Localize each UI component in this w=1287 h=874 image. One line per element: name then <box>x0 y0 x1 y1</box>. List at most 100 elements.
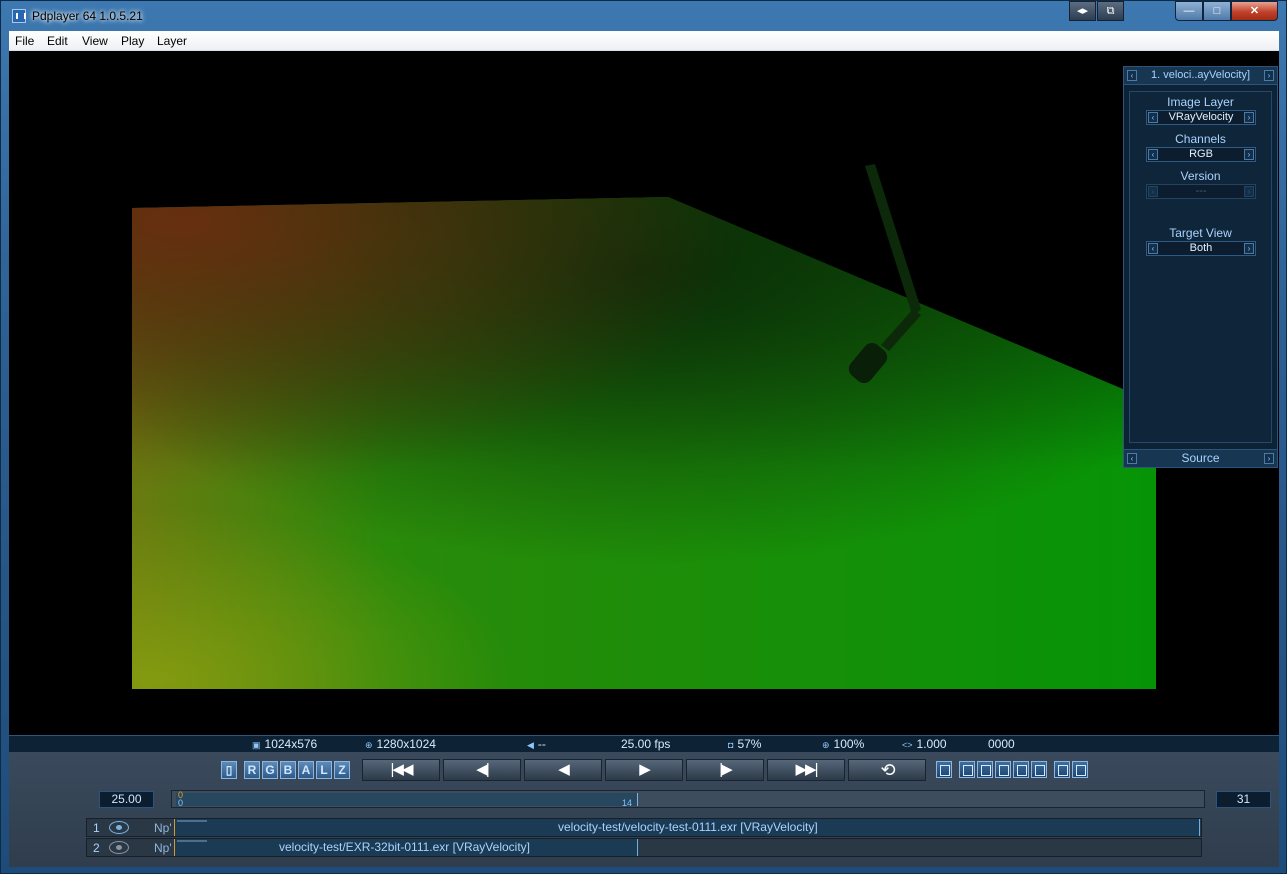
source-next-icon[interactable]: › <box>1264 453 1274 464</box>
version-next-icon: › <box>1244 186 1254 197</box>
eye-icon[interactable] <box>109 821 129 834</box>
close-button[interactable]: ✕ <box>1231 1 1278 21</box>
aspect-status: <> 1.000 <box>902 737 947 751</box>
play-backward-button[interactable]: ◀ <box>524 759 602 781</box>
image-layer-value: VRayVelocity <box>1168 111 1234 123</box>
fullscreen-button[interactable]: ⧉ <box>1097 1 1124 21</box>
version-select: ‹ --- › <box>1146 184 1256 199</box>
layer-row[interactable]: 1 Np' velocity-test/velocity-test-0111.e… <box>86 818 1202 837</box>
channel-l-button[interactable]: L <box>316 761 332 779</box>
layout-view-button[interactable] <box>1054 761 1070 778</box>
layer-clip-name: velocity-test/EXR-32bit-0111.exr [VRayVe… <box>279 840 530 854</box>
layer-clip-indicator <box>177 840 207 842</box>
panel-layer-selector[interactable]: ‹ 1. veloci..ayVelocity] › <box>1124 67 1277 85</box>
go-to-last-button[interactable]: ▶▶| <box>767 759 845 781</box>
menu-play[interactable]: Play <box>121 34 144 48</box>
cache-icon: ◘ <box>728 740 734 750</box>
screen-size-status: ⊕ 1280x1024 <box>365 737 436 751</box>
fps-input[interactable]: 25.00 <box>99 791 154 808</box>
audio-status: ◀ -- <box>527 737 546 751</box>
layer-properties-panel: ‹ 1. veloci..ayVelocity] › Image Layer ‹… <box>1123 66 1278 468</box>
minimize-button[interactable]: — <box>1175 1 1203 21</box>
eye-icon[interactable] <box>109 841 129 854</box>
velocity-render-image <box>132 164 1156 689</box>
channel-r-button[interactable]: R <box>244 761 260 779</box>
source-prev-icon[interactable]: ‹ <box>1127 453 1137 464</box>
channels-next-icon[interactable]: › <box>1244 149 1254 160</box>
channel-z-button[interactable]: Z <box>334 761 350 779</box>
aspect-icon: <> <box>902 740 913 750</box>
image-layer-select[interactable]: ‹ VRayVelocity › <box>1146 110 1256 125</box>
screen-size-icon: ⊕ <box>365 740 373 750</box>
target-view-prev-icon[interactable]: ‹ <box>1148 243 1158 254</box>
channel-b-button[interactable]: B <box>280 761 296 779</box>
zoom-status: ⊕ 100% <box>822 737 865 751</box>
swap-arrows-icon: ◂▸ <box>1076 5 1089 17</box>
title-bar[interactable]: Pdplayer 64 1.0.5.21 ◂▸ ⧉ — □ ✕ <box>1 1 1286 30</box>
app-icon[interactable] <box>12 9 26 23</box>
play-button[interactable]: ▶ <box>605 759 683 781</box>
layer-clip-indicator <box>177 820 207 822</box>
channels-select[interactable]: ‹ RGB › <box>1146 147 1256 162</box>
layer-np-label: Np' <box>154 841 172 855</box>
split-view-icon: ▯ <box>225 763 233 777</box>
window-title: Pdplayer 64 1.0.5.21 <box>32 9 143 23</box>
fullframe-view-button[interactable] <box>1072 761 1088 778</box>
image-size-status: ▣ 1024x576 <box>252 737 318 751</box>
timeline-start-bottom: 0 <box>178 798 184 808</box>
layer-clip-bar[interactable]: velocity-test/EXR-32bit-0111.exr [VRayVe… <box>174 839 638 856</box>
layer-row[interactable]: 2 Np' velocity-test/EXR-32bit-0111.exr [… <box>86 838 1202 857</box>
fit-view-button[interactable] <box>959 761 975 778</box>
prev-layer-arrow-icon[interactable]: ‹ <box>1127 70 1137 81</box>
image-layer-label: Image Layer <box>1167 95 1234 109</box>
layer-clip-bar[interactable]: velocity-test/velocity-test-0111.exr [VR… <box>174 819 1200 836</box>
timeline-scrubber[interactable]: 0 0 14 <box>171 790 1205 808</box>
end-frame-input[interactable]: 31 <box>1216 791 1271 808</box>
image-viewport[interactable]: ‹ 1. veloci..ayVelocity] › Image Layer ‹… <box>9 51 1279 735</box>
channels-prev-icon[interactable]: ‹ <box>1148 149 1158 160</box>
timeline-current-frame: 14 <box>622 798 633 808</box>
layer-clip-name: velocity-test/velocity-test-0111.exr [VR… <box>558 820 818 834</box>
panel-body: Image Layer ‹ VRayVelocity › Channels ‹ … <box>1129 91 1272 443</box>
zoom-icon: ⊕ <box>822 740 830 750</box>
grid-view-button[interactable] <box>977 761 993 778</box>
compare-view-button[interactable] <box>1031 761 1047 778</box>
loop-button[interactable]: ⟲ <box>848 759 926 781</box>
version-label: Version <box>1180 169 1221 183</box>
playback-controls: ▯ R G B A L Z |◀◀ ◀| ◀ ▶ |▶ ▶▶| ⟲ 25.00 <box>9 752 1279 867</box>
channel-a-button[interactable]: A <box>298 761 314 779</box>
menu-layer[interactable]: Layer <box>157 34 187 48</box>
split-view-button[interactable]: ▯ <box>221 761 237 779</box>
swap-view-button[interactable]: ◂▸ <box>1069 1 1096 21</box>
version-value: --- <box>1195 185 1207 197</box>
menu-edit[interactable]: Edit <box>47 34 68 48</box>
app-window: Pdplayer 64 1.0.5.21 ◂▸ ⧉ — □ ✕ File Edi… <box>0 0 1287 874</box>
target-view-select[interactable]: ‹ Both › <box>1146 241 1256 256</box>
speaker-icon: ◀ <box>527 740 534 750</box>
next-layer-arrow-icon[interactable]: › <box>1264 70 1274 81</box>
image-layer-prev-icon[interactable]: ‹ <box>1148 112 1158 123</box>
image-size-icon: ▣ <box>252 740 261 750</box>
go-to-first-button[interactable]: |◀◀ <box>362 759 440 781</box>
step-forward-button[interactable]: |▶ <box>686 759 764 781</box>
checker-view-button[interactable] <box>995 761 1011 778</box>
info-view-button[interactable] <box>936 761 952 778</box>
timeline-progress <box>176 793 638 806</box>
frame-status: 0000 <box>988 737 1015 751</box>
channels-value: RGB <box>1189 148 1213 160</box>
target-view-next-icon[interactable]: › <box>1244 243 1254 254</box>
channel-g-button[interactable]: G <box>262 761 278 779</box>
image-layer-next-icon[interactable]: › <box>1244 112 1254 123</box>
channels-label: Channels <box>1175 132 1226 146</box>
menu-view[interactable]: View <box>82 34 108 48</box>
maximize-button[interactable]: □ <box>1203 1 1231 21</box>
step-back-button[interactable]: ◀| <box>443 759 521 781</box>
external-window-icon: ⧉ <box>1106 5 1115 17</box>
panel-source-tab[interactable]: ‹ Source › <box>1124 449 1277 467</box>
layer-number: 2 <box>93 841 100 855</box>
lines-view-button[interactable] <box>1013 761 1029 778</box>
version-prev-icon: ‹ <box>1148 186 1158 197</box>
target-view-value: Both <box>1189 242 1213 254</box>
menu-file[interactable]: File <box>15 34 34 48</box>
layer-np-label: Np' <box>154 821 172 835</box>
